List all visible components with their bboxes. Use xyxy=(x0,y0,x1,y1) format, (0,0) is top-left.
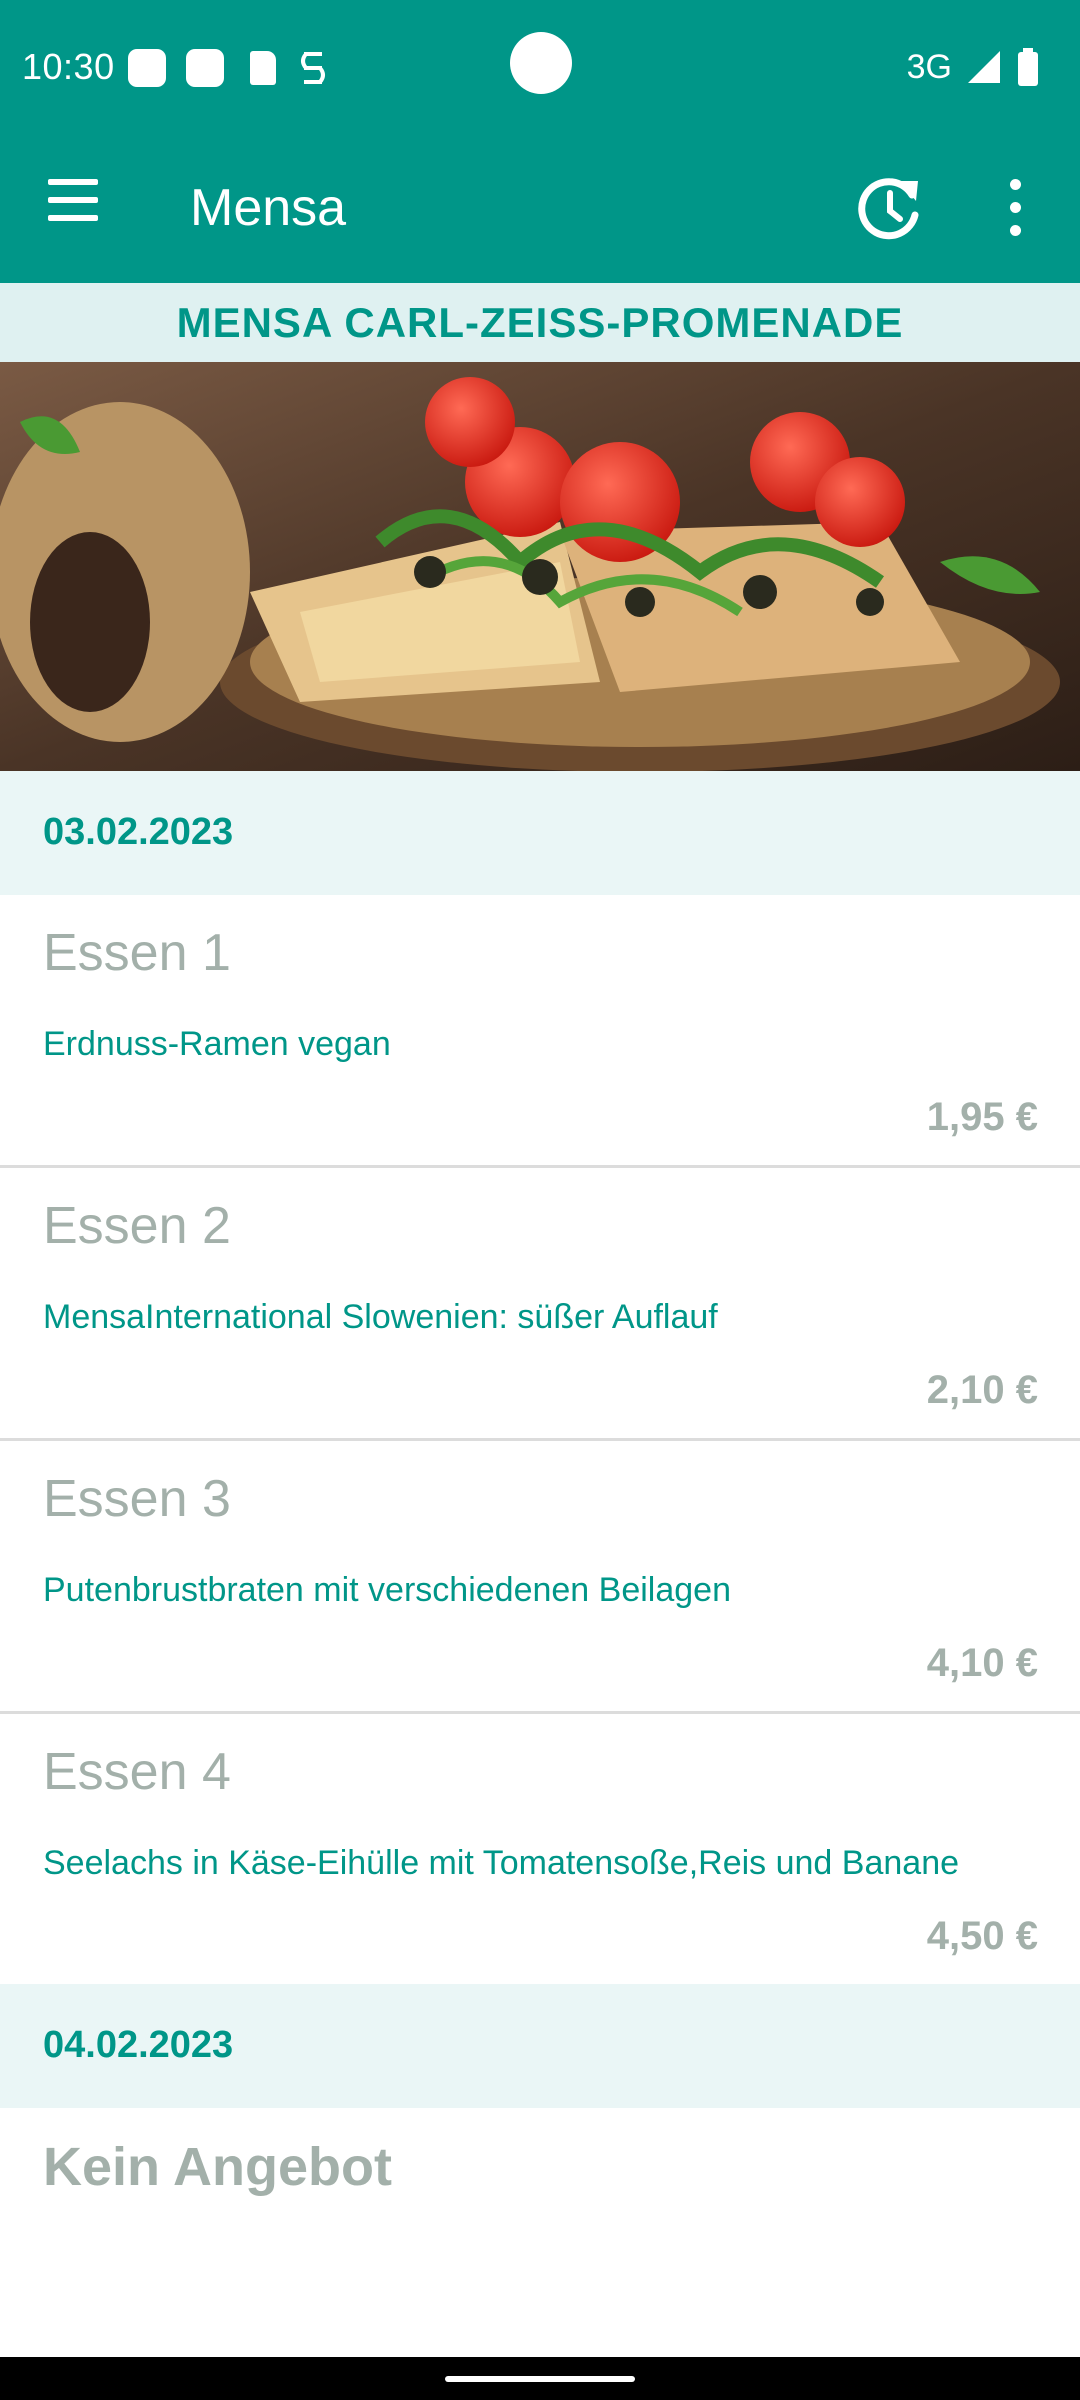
meal-description: MensaInternational Slowenien: süßer Aufl… xyxy=(43,1298,718,1336)
meal-price: 2,10 € xyxy=(926,1368,1038,1412)
meal-title: Essen 1 xyxy=(43,924,231,982)
more-vert-icon[interactable] xyxy=(990,171,1040,247)
date-label: 04.02.2023 xyxy=(43,2024,234,2066)
status-system-icons: 3G xyxy=(907,44,1040,90)
system-navigation-bar xyxy=(0,2357,1080,2400)
meal-description: Putenbrustbraten mit verschiedenen Beila… xyxy=(43,1571,731,1609)
meal-price: 4,50 € xyxy=(926,1914,1038,1958)
meal-price: 1,95 € xyxy=(926,1095,1038,1139)
meal-title: Essen 2 xyxy=(43,1197,231,1255)
notification-icon xyxy=(186,49,224,87)
status-bar: 10:30 3G xyxy=(0,0,1080,135)
date-header: 04.02.2023 xyxy=(0,1984,1080,2108)
hamburger-menu-icon[interactable] xyxy=(30,179,118,239)
sd-card-icon xyxy=(250,51,276,85)
history-refresh-icon[interactable] xyxy=(852,171,928,247)
signal-icon xyxy=(968,51,1000,83)
battery-icon xyxy=(1018,48,1038,86)
gesture-handle[interactable] xyxy=(445,2376,635,2382)
meal-price: 4,10 € xyxy=(926,1641,1038,1685)
meal-description: Erdnuss-Ramen vegan xyxy=(43,1025,391,1063)
status-time: 10:30 xyxy=(22,46,115,87)
meal-description: Seelachs in Käse-Eihülle mit Tomatensoße… xyxy=(43,1844,960,1882)
date-header: 03.02.2023 xyxy=(0,771,1080,895)
mensa-name-header: MENSA CARL-ZEISS-PROMENADE xyxy=(0,283,1080,362)
gesture-icon xyxy=(301,52,325,84)
app-title: Mensa xyxy=(190,179,347,237)
notification-icon xyxy=(128,49,166,87)
app-bar: Mensa xyxy=(0,135,1080,283)
mensa-hero-image xyxy=(0,362,1080,771)
date-label: 03.02.2023 xyxy=(43,811,234,853)
meal-title: Essen 4 xyxy=(43,1743,231,1801)
meal-item[interactable]: Essen 1 Erdnuss-Ramen vegan 1,95 € xyxy=(0,895,1080,1168)
meal-item[interactable]: Essen 4 Seelachs in Käse-Eihülle mit Tom… xyxy=(0,1714,1080,1984)
no-offer-text: Kein Angebot xyxy=(43,2137,392,2197)
network-type: 3G xyxy=(906,48,952,86)
status-notification-icons xyxy=(128,48,330,88)
meal-item[interactable]: Essen 3 Putenbrustbraten mit verschieden… xyxy=(0,1441,1080,1714)
camera-cutout xyxy=(510,32,572,94)
meal-item[interactable]: Essen 2 MensaInternational Slowenien: sü… xyxy=(0,1168,1080,1441)
meal-title: Essen 3 xyxy=(43,1470,231,1528)
